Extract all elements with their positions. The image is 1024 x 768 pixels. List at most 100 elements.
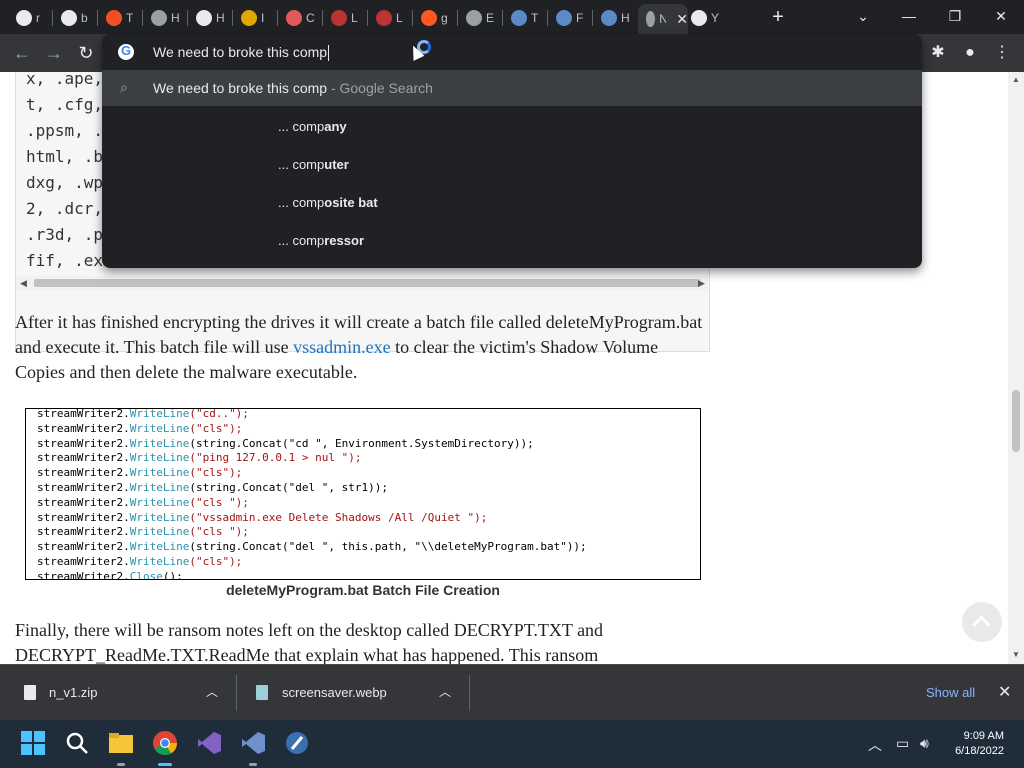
code-method: WriteLine — [129, 540, 190, 554]
code-method: WriteLine — [129, 481, 190, 494]
code-method: WriteLine — [129, 408, 190, 420]
tab[interactable]: I — [233, 4, 275, 32]
tab[interactable]: T — [503, 4, 545, 32]
network-icon[interactable]: ▭ — [896, 735, 909, 752]
code-method: WriteLine — [129, 555, 190, 568]
suggestion-item[interactable]: ... composite bat — [278, 195, 678, 215]
tab[interactable]: L — [368, 4, 410, 32]
back-button[interactable]: ← — [10, 41, 34, 65]
chevron-up-icon[interactable]: ︿ — [439, 683, 451, 700]
close-window-button[interactable]: ✕ — [978, 4, 1024, 30]
tab[interactable]: C — [278, 4, 320, 32]
tab[interactable]: L — [323, 4, 365, 32]
tab-favicon-icon — [151, 10, 167, 26]
scroll-thumb[interactable] — [34, 279, 700, 287]
code-line: 2, .dcr, — [26, 199, 104, 218]
scroll-right-icon[interactable]: ▶ — [698, 276, 705, 290]
file-explorer-icon[interactable] — [108, 730, 134, 766]
tab-label: r — [36, 11, 40, 25]
profile-icon[interactable]: ● — [958, 41, 982, 65]
code-args: ("cls"); — [189, 555, 243, 568]
code-args: ("cls "); — [189, 525, 249, 539]
tab-favicon-icon — [106, 10, 122, 26]
tab[interactable]: b — [53, 4, 95, 32]
page-vertical-scrollbar[interactable]: ▲ ▼ — [1008, 72, 1024, 664]
tab[interactable]: H — [188, 4, 230, 32]
forward-button[interactable]: → — [42, 41, 66, 65]
download-item[interactable]: n_v1.zip ︿ — [0, 665, 236, 721]
paragraph-batch-file: After it has finished encrypting the dri… — [15, 312, 703, 382]
scroll-down-icon[interactable]: ▼ — [1012, 650, 1020, 659]
code-line: streamWriter2.WriteLine(string.Concat("d… — [37, 481, 388, 494]
code-method: WriteLine — [129, 451, 190, 465]
code-horizontal-scrollbar[interactable]: ◀ ▶ — [16, 276, 708, 290]
code-args: (string.Concat("cd ", Environment.System… — [189, 436, 534, 450]
code-object: streamWriter2. — [37, 555, 130, 568]
code-line: streamWriter2.WriteLine("cls "); — [37, 496, 249, 509]
visual-studio-icon[interactable] — [196, 730, 222, 756]
visual-studio-preview-icon[interactable] — [240, 730, 266, 766]
tab[interactable]: Y — [683, 4, 725, 32]
tab-label: I — [261, 11, 265, 25]
code-args: ("vssadmin.exe Delete Shadows /All /Quie… — [189, 510, 488, 524]
running-indicator — [117, 763, 125, 766]
chevron-up-icon[interactable]: ︿ — [206, 683, 218, 700]
tab-strip: r b T H H I C L Lg E T F H N ✕ Y + ⌄ — ❐ ✕ — [0, 0, 1024, 34]
tray-chevron-icon[interactable]: ︿ — [868, 735, 882, 755]
restore-button[interactable]: ❐ — [932, 4, 978, 30]
code-line: streamWriter2.WriteLine("vssadmin.exe De… — [37, 511, 487, 524]
new-tab-button[interactable]: + — [768, 6, 788, 29]
suggestion-prefix: ... comp — [278, 119, 325, 134]
download-item[interactable]: screensaver.webp ︿ — [237, 665, 469, 721]
system-clock[interactable]: 9:09 AM 6/18/2022 — [948, 729, 1004, 759]
back-to-top-icon[interactable] — [962, 602, 1002, 642]
tab-label: Y — [711, 11, 720, 25]
code-args: (); — [162, 569, 183, 580]
tab-label: g — [441, 11, 448, 25]
tab[interactable]: F — [548, 4, 590, 32]
divider — [469, 675, 470, 711]
tab[interactable]: g — [413, 4, 455, 32]
code-object: streamWriter2. — [37, 466, 130, 480]
address-input[interactable]: We need to broke this comp — [153, 44, 330, 62]
code-args: (string.Concat("del ", str1)); — [189, 481, 389, 494]
minimize-button[interactable]: — — [886, 4, 932, 30]
tab-favicon-icon — [331, 10, 347, 26]
tab-favicon-icon — [421, 10, 437, 26]
code-line: streamWriter2.WriteLine(string.Concat("d… — [37, 540, 587, 553]
tab-label: b — [81, 11, 88, 25]
page-scroll-thumb[interactable] — [1012, 390, 1020, 452]
clock-time: 9:09 AM — [963, 730, 1004, 742]
tab-favicon-icon — [601, 10, 617, 26]
tab[interactable]: E — [458, 4, 500, 32]
scroll-left-icon[interactable]: ◀ — [20, 276, 27, 290]
search-suggestion-main[interactable]: ⌕ We need to broke this comp - Google Se… — [102, 70, 922, 106]
tab[interactable]: N ✕ — [638, 4, 688, 34]
reload-button[interactable]: ↻ — [74, 41, 98, 65]
tab[interactable]: H — [143, 4, 185, 32]
suggestion-item[interactable]: ... computer — [278, 157, 678, 177]
chrome-icon[interactable] — [152, 730, 178, 766]
start-button[interactable] — [20, 730, 46, 756]
extensions-icon[interactable]: ✱ — [926, 41, 950, 65]
code-method: WriteLine — [129, 525, 190, 539]
volume-icon[interactable]: 🔊︎ — [920, 735, 929, 752]
tab[interactable]: H — [593, 4, 635, 32]
tab[interactable]: r — [8, 4, 50, 32]
tab[interactable]: T — [98, 4, 140, 32]
app-icon[interactable] — [284, 730, 310, 756]
search-icon[interactable] — [64, 730, 90, 756]
show-all-downloads-link[interactable]: Show all — [926, 685, 975, 700]
address-bar[interactable]: We need to broke this comp — [102, 34, 922, 70]
suggestion-item[interactable]: ... compressor — [278, 233, 678, 253]
suggestion-text: We need to broke this comp — [153, 80, 328, 96]
close-download-bar-icon[interactable]: ✕ — [998, 682, 1011, 702]
scroll-up-icon[interactable]: ▲ — [1012, 75, 1020, 84]
tab-search-button[interactable]: ⌄ — [840, 4, 886, 30]
menu-icon[interactable]: ⋮ — [990, 41, 1014, 65]
tab-label: H — [171, 11, 180, 25]
code-method: WriteLine — [129, 421, 190, 435]
suggestion-item[interactable]: ... company — [278, 119, 678, 139]
vssadmin-link[interactable]: vssadmin.exe — [293, 337, 390, 357]
tab-favicon-icon — [466, 10, 482, 26]
